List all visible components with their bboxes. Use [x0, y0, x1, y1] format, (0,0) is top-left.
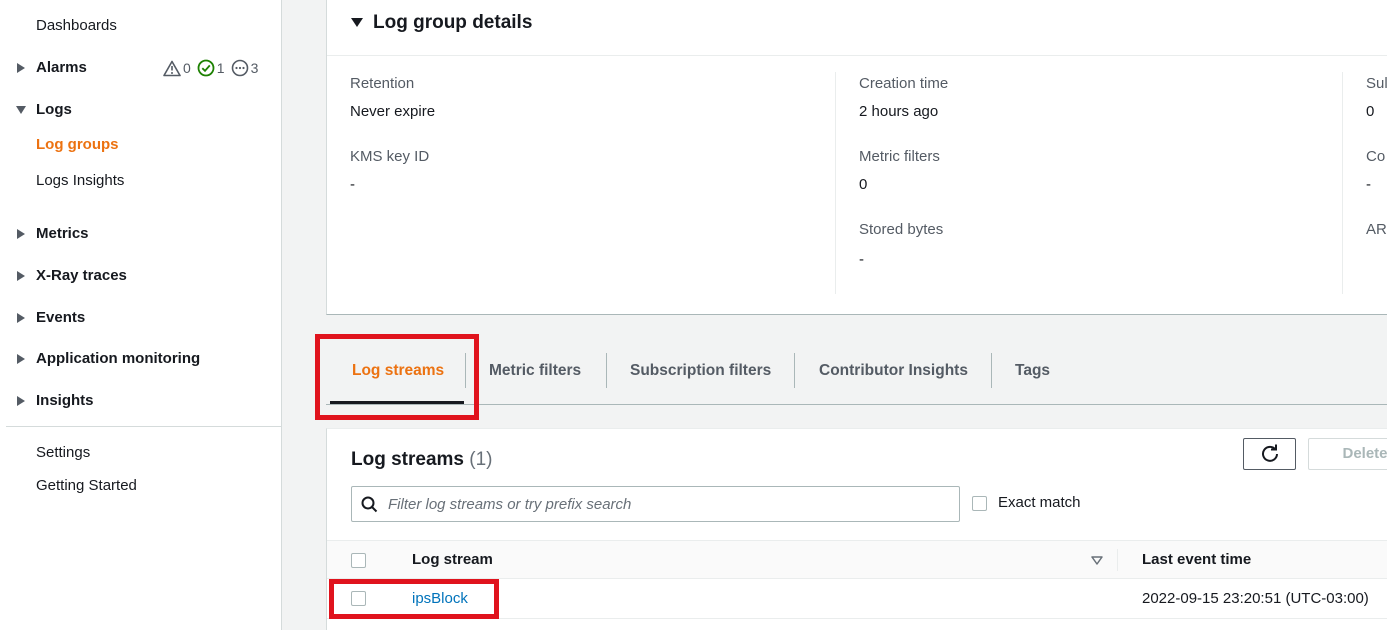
tabs-bar: Log streams Metric filters Subscription …	[326, 338, 1387, 405]
column-separator	[1117, 549, 1118, 571]
check-circle-icon	[197, 59, 215, 77]
warning-icon	[163, 60, 181, 76]
kms-key-value: -	[350, 176, 355, 193]
column-header-last-event-time[interactable]: Last event time	[1142, 551, 1251, 568]
tab-separator	[606, 353, 607, 388]
insufficient-count: 3	[250, 60, 259, 76]
sidebar-item-xray-traces[interactable]: X-Ray traces	[36, 267, 127, 284]
search-input[interactable]	[388, 493, 948, 515]
retention-label: Retention	[350, 75, 415, 92]
log-group-details-panel: Log group details Retention Never expire…	[326, 0, 1387, 315]
log-streams-heading: Log streams (1)	[351, 449, 493, 471]
refresh-button[interactable]	[1243, 438, 1296, 470]
contributor-insights-label: Co	[1366, 148, 1386, 165]
exact-match-label: Exact match	[998, 494, 1081, 511]
caret-right-icon[interactable]	[17, 396, 25, 406]
alarm-state-badge: 0	[163, 60, 191, 77]
metric-filters-value: 0	[859, 176, 868, 193]
sidebar-nav: Dashboards Alarms 0 1 3 Logs Log groups …	[0, 0, 282, 630]
metric-filters-label: Metric filters	[859, 148, 940, 165]
sidebar-item-alarms[interactable]: Alarms	[36, 59, 87, 76]
log-streams-panel: Log streams (1) Delete Exact match Log s…	[326, 428, 1387, 630]
arn-label: AR	[1366, 221, 1387, 238]
log-streams-count: (1)	[469, 449, 493, 470]
tab-subscription-filters[interactable]: Subscription filters	[630, 362, 771, 380]
exact-match-checkbox[interactable]	[972, 496, 987, 511]
sort-icon[interactable]	[1091, 556, 1103, 566]
log-stream-link[interactable]: ipsBlock	[412, 590, 468, 607]
caret-right-icon[interactable]	[17, 354, 25, 364]
stored-bytes-value: -	[859, 251, 864, 268]
sidebar-item-log-groups[interactable]: Log groups	[36, 136, 119, 153]
sidebar-item-logs-insights[interactable]: Logs Insights	[36, 172, 124, 189]
creation-time-value: 2 hours ago	[859, 103, 939, 120]
column-header-log-stream[interactable]: Log stream	[412, 551, 493, 568]
caret-right-icon[interactable]	[17, 271, 25, 281]
sidebar-item-dashboards[interactable]: Dashboards	[36, 17, 117, 34]
sidebar-item-getting-started[interactable]: Getting Started	[36, 477, 137, 494]
caret-right-icon[interactable]	[17, 63, 25, 73]
log-streams-title: Log streams	[351, 449, 464, 470]
details-title: Log group details	[373, 12, 533, 33]
active-tab-indicator	[330, 401, 464, 404]
select-all-checkbox[interactable]	[351, 553, 366, 568]
tab-contributor-insights[interactable]: Contributor Insights	[819, 362, 968, 380]
sidebar-item-logs[interactable]: Logs	[36, 101, 72, 118]
tab-metric-filters[interactable]: Metric filters	[489, 362, 581, 380]
tab-separator	[465, 353, 466, 388]
insufficient-state-badge: 3	[231, 59, 259, 77]
caret-down-icon[interactable]	[16, 106, 26, 114]
caret-down-icon[interactable]	[351, 18, 363, 27]
tab-separator	[991, 353, 992, 388]
subscription-filters-value: 0	[1366, 103, 1375, 120]
sidebar-divider	[6, 426, 282, 427]
details-header[interactable]: Log group details	[327, 0, 1387, 56]
subscription-filters-label: Sul	[1366, 75, 1387, 92]
row-checkbox[interactable]	[351, 591, 366, 606]
tab-tags[interactable]: Tags	[1015, 362, 1050, 380]
creation-time-label: Creation time	[859, 75, 949, 92]
tab-log-streams[interactable]: Log streams	[352, 362, 444, 380]
ok-count: 1	[216, 60, 225, 76]
alarm-count: 0	[183, 60, 191, 76]
search-box[interactable]	[351, 486, 960, 522]
refresh-icon	[1261, 444, 1278, 462]
stored-bytes-label: Stored bytes	[859, 221, 944, 238]
ok-state-badge: 1	[197, 59, 225, 77]
caret-right-icon[interactable]	[17, 229, 25, 239]
contributor-insights-value: -	[1366, 176, 1371, 193]
table-header: Log stream Last event time	[327, 540, 1387, 579]
column-divider	[835, 72, 836, 294]
ellipsis-circle-icon	[231, 59, 248, 77]
sidebar-item-events[interactable]: Events	[36, 309, 85, 326]
search-icon	[361, 496, 378, 513]
sidebar-item-metrics[interactable]: Metrics	[36, 225, 89, 242]
alarm-badges[interactable]: 0 1 3	[163, 59, 258, 77]
sidebar-item-application-monitoring[interactable]: Application monitoring	[36, 350, 200, 367]
last-event-time-cell: 2022-09-15 23:20:51 (UTC-03:00)	[1142, 590, 1369, 607]
table-row: ipsBlock 2022-09-15 23:20:51 (UTC-03:00)	[327, 579, 1387, 619]
tab-separator	[794, 353, 795, 388]
retention-value: Never expire	[350, 103, 436, 120]
column-divider	[1342, 72, 1343, 294]
delete-button[interactable]: Delete	[1308, 438, 1387, 470]
caret-right-icon[interactable]	[17, 313, 25, 323]
kms-key-label: KMS key ID	[350, 148, 430, 165]
sidebar-item-insights[interactable]: Insights	[36, 392, 94, 409]
sidebar-item-settings[interactable]: Settings	[36, 444, 90, 461]
